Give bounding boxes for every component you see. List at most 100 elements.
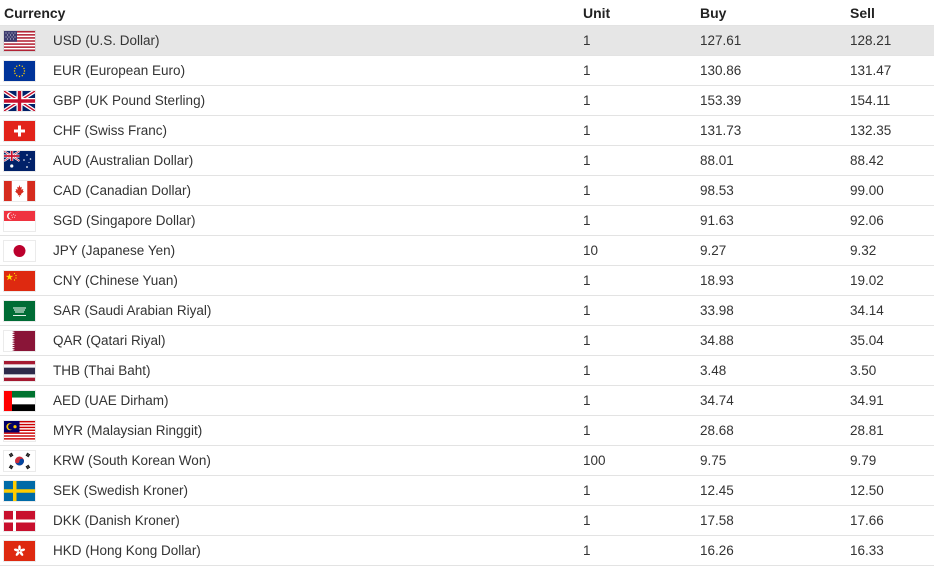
sell-rate: 132.35 xyxy=(850,115,934,146)
currency-name: SEK (Swedish Kroner) xyxy=(53,475,583,506)
currency-name: USD (U.S. Dollar) xyxy=(53,25,583,56)
currency-name: QAR (Qatari Riyal) xyxy=(53,325,583,356)
table-row: AUD (Australian Dollar) 1 88.01 88.42 xyxy=(0,145,934,176)
table-header-row: Currency Unit Buy Sell xyxy=(0,0,934,26)
unit-value: 1 xyxy=(583,25,700,56)
currency-name: AUD (Australian Dollar) xyxy=(53,145,583,176)
japan-flag-icon xyxy=(4,240,35,261)
flag-cell xyxy=(0,325,53,356)
table-row: GBP (UK Pound Sterling) 1 153.39 154.11 xyxy=(0,85,934,116)
sell-rate: 17.66 xyxy=(850,505,934,536)
table-row: AED (UAE Dirham) 1 34.74 34.91 xyxy=(0,385,934,416)
table-row: CAD (Canadian Dollar) 1 98.53 99.00 xyxy=(0,175,934,206)
currency-name: CAD (Canadian Dollar) xyxy=(53,175,583,206)
exchange-rates-table: Currency Unit Buy Sell USD (U.S. Dollar)… xyxy=(0,0,934,566)
denmark-flag-icon xyxy=(4,510,35,531)
table-row: EUR (European Euro) 1 130.86 131.47 xyxy=(0,55,934,86)
buy-rate: 34.74 xyxy=(700,385,850,416)
table-row: MYR (Malaysian Ringgit) 1 28.68 28.81 xyxy=(0,415,934,446)
unit-value: 100 xyxy=(583,445,700,476)
flag-cell xyxy=(0,235,53,266)
table-row: CHF (Swiss Franc) 1 131.73 132.35 xyxy=(0,115,934,146)
table-row: CNY (Chinese Yuan) 1 18.93 19.02 xyxy=(0,265,934,296)
flag-cell xyxy=(0,55,53,86)
sell-rate: 34.14 xyxy=(850,295,934,326)
sell-rate: 3.50 xyxy=(850,355,934,386)
unit-value: 1 xyxy=(583,325,700,356)
buy-rate: 88.01 xyxy=(700,145,850,176)
buy-rate: 28.68 xyxy=(700,415,850,446)
flag-cell xyxy=(0,505,53,536)
table-row: SEK (Swedish Kroner) 1 12.45 12.50 xyxy=(0,475,934,506)
saudi-flag-icon xyxy=(4,300,35,321)
unit-value: 1 xyxy=(583,475,700,506)
table-row: QAR (Qatari Riyal) 1 34.88 35.04 xyxy=(0,325,934,356)
flag-cell xyxy=(0,205,53,236)
currency-name: SAR (Saudi Arabian Riyal) xyxy=(53,295,583,326)
currency-name: KRW (South Korean Won) xyxy=(53,445,583,476)
sell-rate: 16.33 xyxy=(850,535,934,566)
uk-flag-icon xyxy=(4,90,35,111)
currency-name: HKD (Hong Kong Dollar) xyxy=(53,535,583,566)
sweden-flag-icon xyxy=(4,480,35,501)
buy-rate: 17.58 xyxy=(700,505,850,536)
header-buy: Buy xyxy=(700,0,850,26)
sell-rate: 9.32 xyxy=(850,235,934,266)
flag-cell xyxy=(0,475,53,506)
unit-value: 1 xyxy=(583,385,700,416)
unit-value: 1 xyxy=(583,415,700,446)
unit-value: 1 xyxy=(583,115,700,146)
swiss-flag-icon xyxy=(4,120,35,141)
sell-rate: 88.42 xyxy=(850,145,934,176)
header-currency: Currency xyxy=(0,0,583,26)
buy-rate: 3.48 xyxy=(700,355,850,386)
sell-rate: 131.47 xyxy=(850,55,934,86)
australia-flag-icon xyxy=(4,150,35,171)
unit-value: 1 xyxy=(583,85,700,116)
buy-rate: 91.63 xyxy=(700,205,850,236)
flag-cell xyxy=(0,445,53,476)
flag-cell xyxy=(0,295,53,326)
currency-name: GBP (UK Pound Sterling) xyxy=(53,85,583,116)
buy-rate: 18.93 xyxy=(700,265,850,296)
unit-value: 1 xyxy=(583,175,700,206)
buy-rate: 33.98 xyxy=(700,295,850,326)
flag-cell xyxy=(0,175,53,206)
flag-cell xyxy=(0,265,53,296)
currency-name: THB (Thai Baht) xyxy=(53,355,583,386)
unit-value: 1 xyxy=(583,205,700,236)
buy-rate: 12.45 xyxy=(700,475,850,506)
uae-flag-icon xyxy=(4,390,35,411)
unit-value: 1 xyxy=(583,535,700,566)
unit-value: 1 xyxy=(583,355,700,386)
table-row: KRW (South Korean Won) 100 9.75 9.79 xyxy=(0,445,934,476)
table-row: SGD (Singapore Dollar) 1 91.63 92.06 xyxy=(0,205,934,236)
buy-rate: 9.75 xyxy=(700,445,850,476)
currency-name: EUR (European Euro) xyxy=(53,55,583,86)
table-row: USD (U.S. Dollar) 1 127.61 128.21 xyxy=(0,25,934,56)
unit-value: 1 xyxy=(583,265,700,296)
eu-flag-icon xyxy=(4,60,35,81)
currency-name: MYR (Malaysian Ringgit) xyxy=(53,415,583,446)
sell-rate: 28.81 xyxy=(850,415,934,446)
south-korea-flag-icon xyxy=(4,450,35,471)
table-row: DKK (Danish Kroner) 1 17.58 17.66 xyxy=(0,505,934,536)
exchange-rates-body: USD (U.S. Dollar) 1 127.61 128.21 EUR (Europ… xyxy=(0,25,934,566)
currency-name: SGD (Singapore Dollar) xyxy=(53,205,583,236)
currency-name: AED (UAE Dirham) xyxy=(53,385,583,416)
table-row: JPY (Japanese Yen) 10 9.27 9.32 xyxy=(0,235,934,266)
unit-value: 1 xyxy=(583,295,700,326)
flag-cell xyxy=(0,415,53,446)
table-row: THB (Thai Baht) 1 3.48 3.50 xyxy=(0,355,934,386)
flag-cell xyxy=(0,85,53,116)
buy-rate: 98.53 xyxy=(700,175,850,206)
header-unit: Unit xyxy=(583,0,700,26)
thailand-flag-icon xyxy=(4,360,35,381)
header-sell: Sell xyxy=(850,0,934,26)
unit-value: 1 xyxy=(583,145,700,176)
sell-rate: 19.02 xyxy=(850,265,934,296)
hong-kong-flag-icon xyxy=(4,540,35,561)
sell-rate: 154.11 xyxy=(850,85,934,116)
malaysia-flag-icon xyxy=(4,420,35,441)
sell-rate: 9.79 xyxy=(850,445,934,476)
